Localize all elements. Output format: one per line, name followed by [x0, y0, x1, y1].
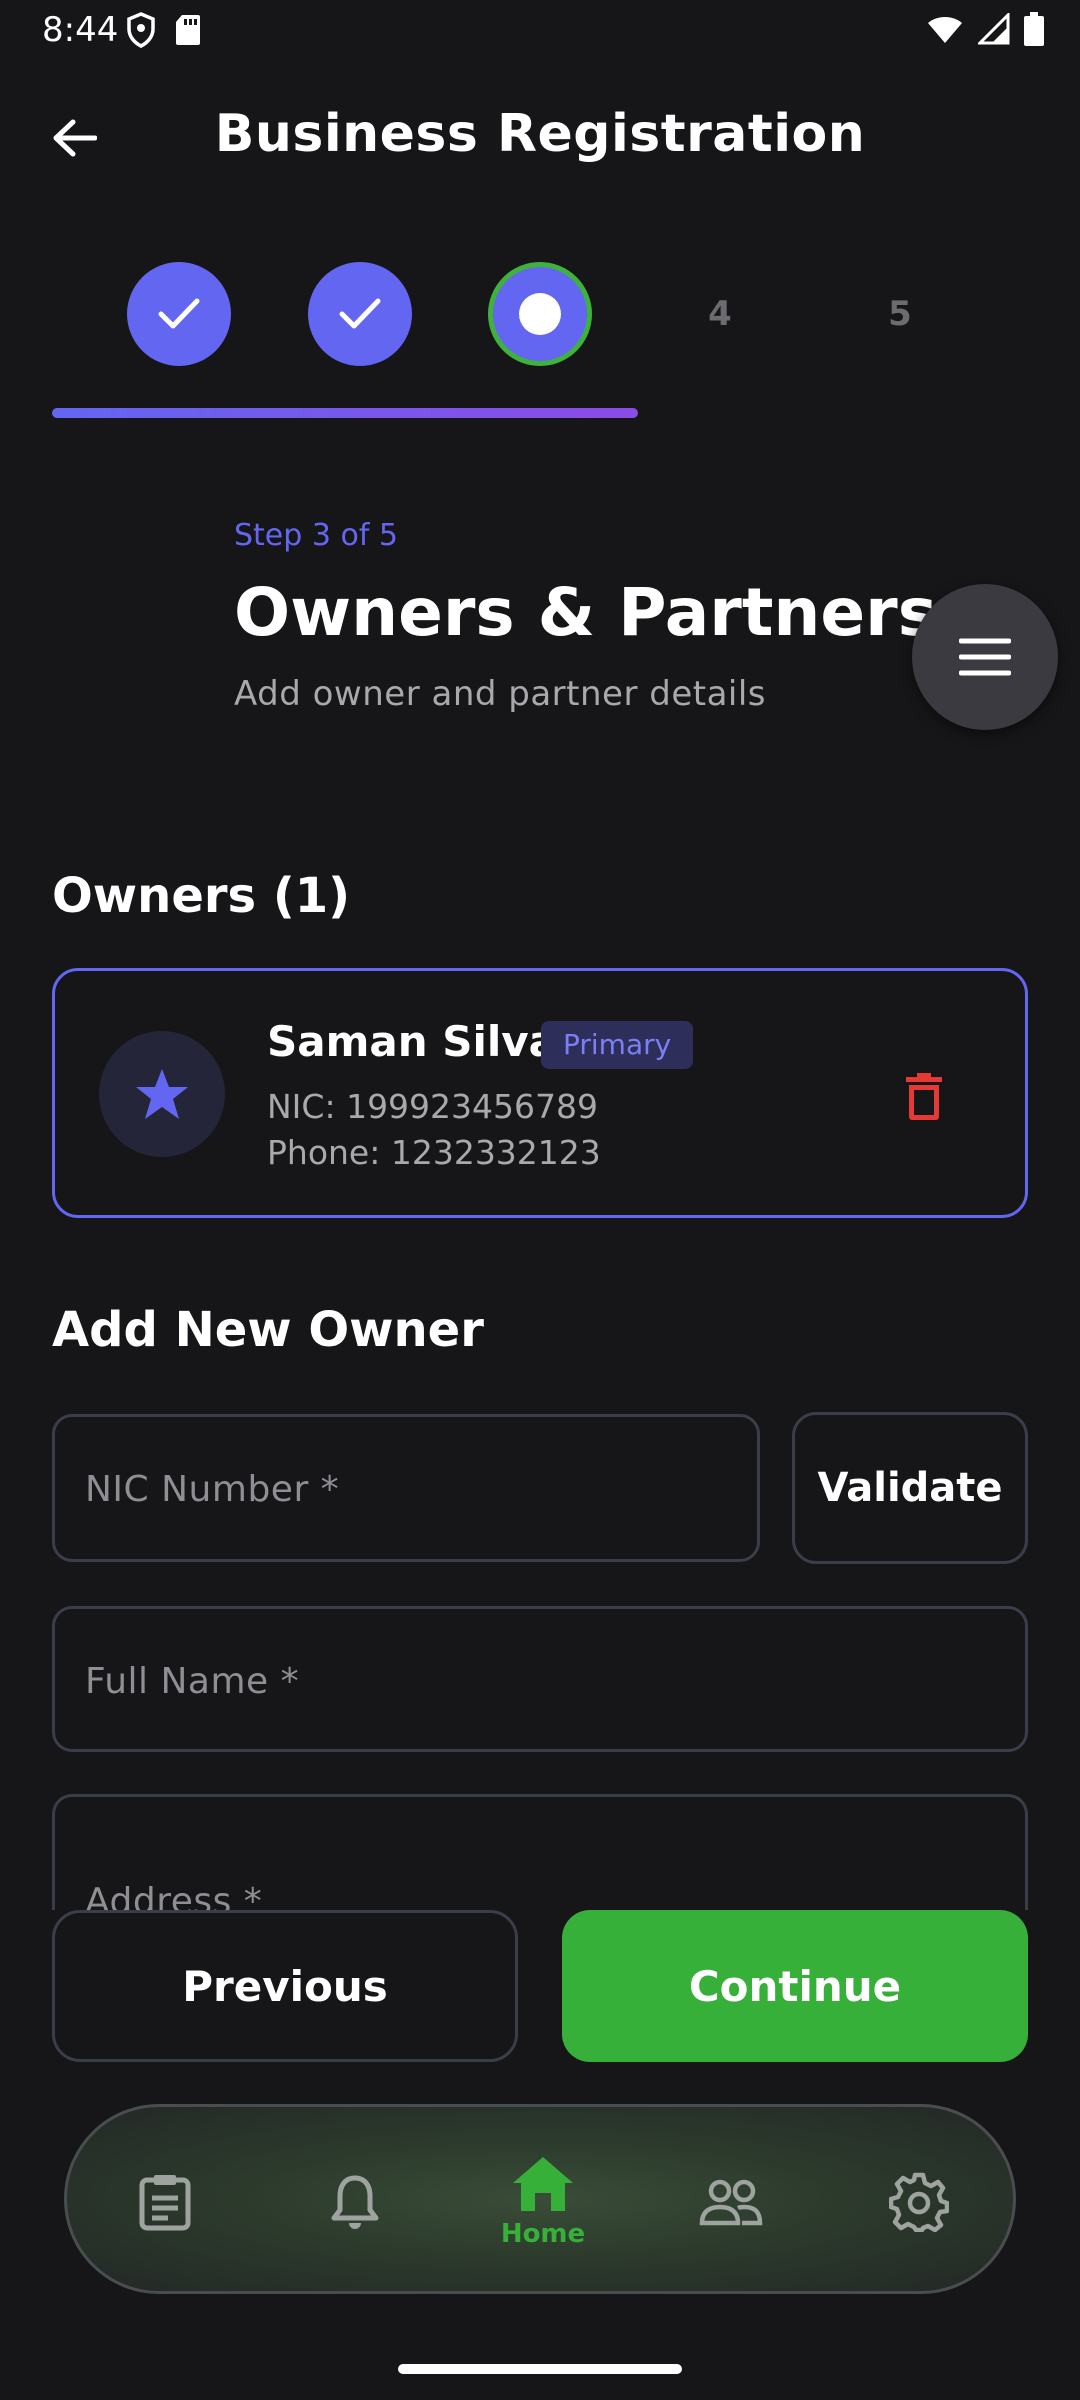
menu-fab-button[interactable]: [912, 584, 1058, 730]
home-indicator[interactable]: [398, 2364, 682, 2374]
step-1[interactable]: [127, 262, 231, 366]
step-5[interactable]: 5: [848, 262, 952, 366]
owner-avatar: [99, 1031, 225, 1157]
trash-icon: [906, 1073, 942, 1120]
owner-phone: Phone: 1232332123: [267, 1133, 601, 1172]
clipboard-icon: [139, 2175, 191, 2231]
wifi-icon: [926, 13, 964, 49]
owner-card[interactable]: Saman Silva Primary NIC: 199923456789 Ph…: [52, 968, 1028, 1218]
nav-label-home: Home: [500, 2219, 586, 2249]
signal-icon: [976, 11, 1010, 49]
step-3[interactable]: [488, 262, 592, 366]
check-icon: [158, 298, 200, 329]
nav-item-people[interactable]: [661, 2107, 801, 2297]
step-4[interactable]: 4: [668, 262, 772, 366]
nav-item-notifications[interactable]: [285, 2107, 425, 2297]
validate-button[interactable]: Validate: [792, 1412, 1028, 1564]
people-icon: [699, 2179, 763, 2226]
page-title: Business Registration: [214, 104, 866, 164]
shield-icon: [126, 12, 156, 52]
status-bar: 8:44: [0, 0, 1080, 64]
step-progress-bar: [52, 408, 638, 418]
menu-icon: [959, 638, 1011, 676]
section-subtitle: Add owner and partner details: [234, 674, 767, 714]
star-icon: [136, 1069, 188, 1119]
delete-owner-button[interactable]: [887, 1059, 961, 1133]
nav-item-settings[interactable]: [849, 2107, 989, 2297]
bell-icon: [331, 2175, 379, 2229]
stepper: 4 5: [0, 258, 1080, 368]
full-name-placeholder: Full Name *: [85, 1661, 300, 1702]
full-name-input[interactable]: Full Name *: [52, 1606, 1028, 1752]
nic-number-input[interactable]: NIC Number *: [52, 1414, 760, 1562]
add-owner-heading: Add New Owner: [52, 1302, 484, 1358]
owners-heading: Owners (1): [52, 868, 351, 924]
primary-badge: Primary: [541, 1021, 694, 1069]
gear-icon: [889, 2172, 949, 2232]
screen: 8:44 Business Registration 4 5 Step 3 of…: [0, 0, 1080, 2400]
owner-nic: NIC: 199923456789: [267, 1087, 599, 1126]
bottom-nav: Home: [64, 2104, 1016, 2294]
nav-item-home[interactable]: Home: [473, 2107, 613, 2297]
check-icon: [339, 298, 381, 329]
sd-card-icon: [174, 13, 202, 51]
current-step-dot: [519, 293, 561, 335]
step-caption: Step 3 of 5: [234, 518, 399, 553]
home-icon: [513, 2157, 573, 2211]
step-2[interactable]: [308, 262, 412, 366]
nav-item-tasks[interactable]: [95, 2107, 235, 2297]
owner-name: Saman Silva: [267, 1017, 557, 1066]
app-bar: Business Registration: [0, 90, 1080, 182]
previous-button[interactable]: Previous: [52, 1910, 518, 2062]
section-title: Owners & Partners: [234, 574, 937, 651]
continue-button[interactable]: Continue: [562, 1910, 1028, 2062]
nic-placeholder: NIC Number *: [85, 1469, 340, 1510]
battery-icon: [1024, 12, 1044, 50]
status-time: 8:44: [42, 10, 119, 50]
